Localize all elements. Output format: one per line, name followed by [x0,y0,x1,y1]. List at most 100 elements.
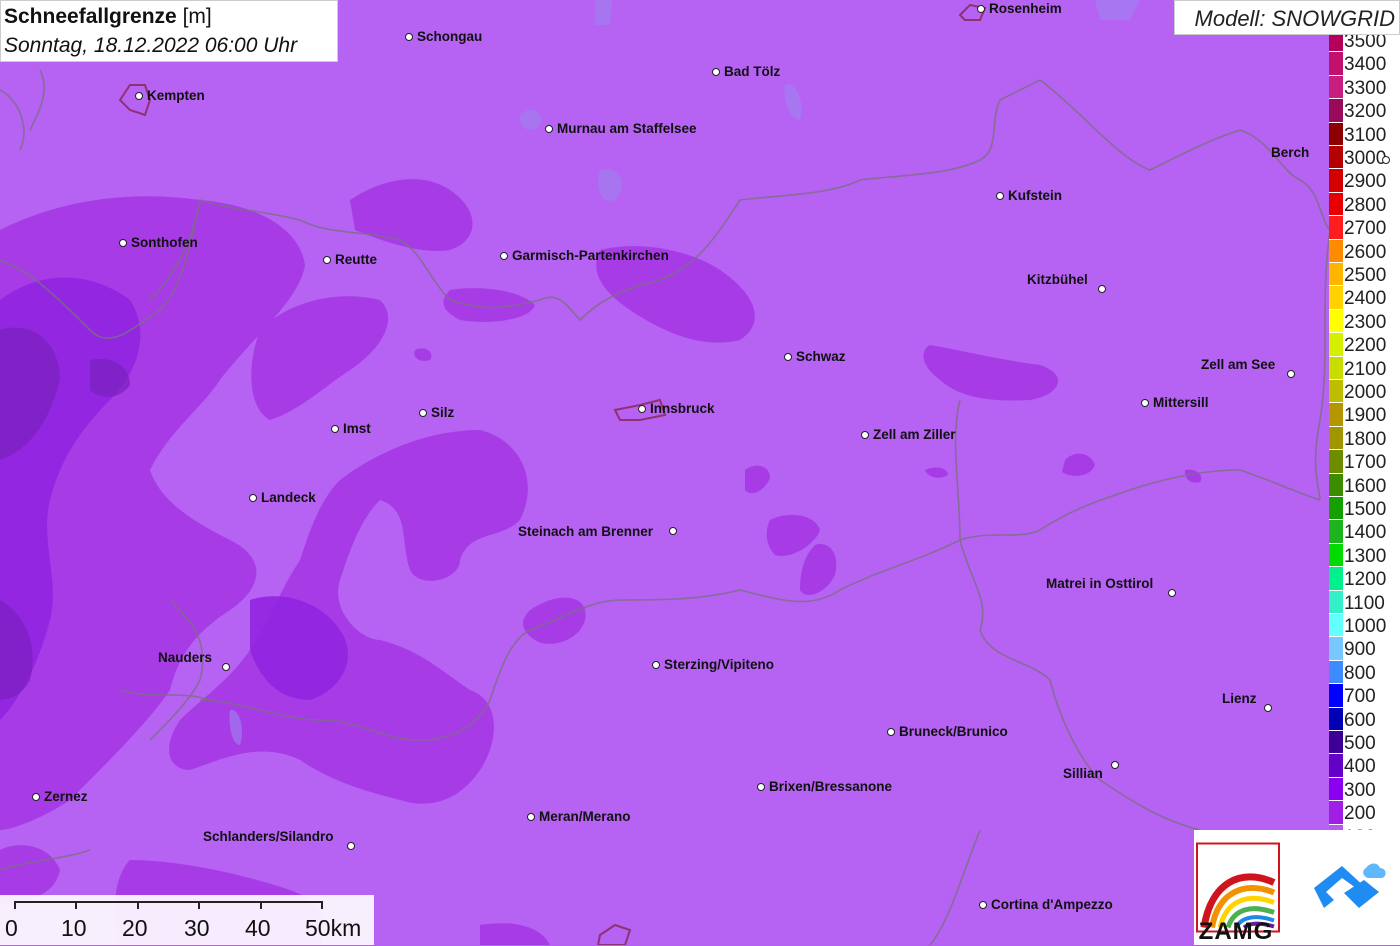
city-marker [1167,588,1176,597]
legend-label: 1900 [1344,405,1387,427]
city-label: Cortina d'Ampezzo [991,897,1113,912]
city-label: Schwaz [796,349,846,364]
scale-line [14,901,322,903]
legend-label: 600 [1344,709,1376,731]
logos: ZAMG [1194,830,1400,945]
city-label: Steinach am Brenner [518,524,654,539]
legend-row: 1800 [1329,426,1400,451]
city-label: Lienz [1222,691,1257,706]
city-marker [499,251,508,260]
city-label: Imst [343,421,371,436]
city-label: Garmisch-Partenkirchen [512,248,669,263]
city-marker [1110,760,1119,769]
city-marker [330,424,339,433]
city-marker [1381,155,1390,164]
city-marker [31,792,40,801]
legend-row: 300 [1329,777,1400,802]
legend-swatch [1329,309,1343,334]
legend-label: 2700 [1344,218,1387,240]
scale-tick [14,901,16,909]
city-marker [637,404,646,413]
legend-label: 2900 [1344,171,1387,193]
city-label: Bruneck/Brunico [899,724,1008,739]
legend-swatch [1329,754,1343,778]
city-marker [404,32,413,41]
legend-swatch [1329,660,1343,685]
legend-swatch [1329,239,1343,263]
city-marker [418,408,427,417]
city-marker [544,124,553,133]
legend-label: 1100 [1344,592,1385,614]
legend-swatch [1329,263,1343,287]
legend-row: 2600 [1329,239,1400,263]
legend-swatch [1329,590,1343,614]
legend-swatch [1329,286,1343,310]
scale-bar: 0 10 20 30 40 50km [0,895,374,945]
legend-swatch [1329,707,1343,731]
city-marker [668,526,677,535]
legend-row: 2900 [1329,169,1400,193]
city-label: Landeck [261,490,316,505]
city-label: Meran/Merano [539,809,631,824]
legend-row: 2800 [1329,192,1400,217]
scale-tick [321,901,323,909]
legend-label: 2200 [1344,335,1387,357]
city-marker [1097,284,1106,293]
city-label: Kitzbühel [1027,272,1088,287]
city-label: Bad Tölz [724,64,781,79]
legend-swatch [1329,403,1343,427]
legend-swatch [1329,450,1343,474]
legend-label: 3400 [1344,54,1387,76]
legend-swatch [1329,380,1343,404]
city-label: Brixen/Bressanone [769,779,893,794]
city-label: Schongau [417,29,483,44]
legend-row: 500 [1329,731,1400,755]
city-label: Zell am Ziller [873,427,956,442]
legend-row: 2200 [1329,333,1400,357]
city-marker [995,191,1004,200]
legend-label: 2600 [1344,241,1387,263]
color-legend: 3500 3400 3300 3200 3100 3000 2900 2800 2700 2600… [1329,35,1400,831]
legend-label: 2400 [1344,288,1387,310]
legend-label: 1200 [1344,569,1387,591]
legend-label: 1500 [1344,499,1387,520]
legend-row: 1900 [1329,403,1400,427]
legend-swatch [1329,192,1343,217]
title-unit: [m] [182,5,212,28]
legend-swatch [1329,35,1343,53]
city-marker [756,782,765,791]
city-label: Reutte [335,252,378,267]
legend-row: 900 [1329,637,1400,661]
title-text: Schneefallgrenze [4,5,177,28]
scale-tick [137,901,139,909]
legend-row: 2500 [1329,263,1400,287]
city-label: Kufstein [1008,188,1062,203]
city-marker [783,352,792,361]
city-label: Zernez [44,789,88,804]
legend-swatch [1329,731,1343,755]
city-marker [651,660,660,669]
city-marker [860,430,869,439]
city-label: Matrei in Osttirol [1046,576,1154,591]
model-box: Modell: SNOWGRID [1174,0,1400,35]
city-label: Innsbruck [650,401,715,416]
city-label: Silz [431,405,455,420]
snow-line-map [0,0,1400,945]
city-label: Zell am See [1201,357,1276,372]
scale-tick [198,901,200,909]
legend-swatch [1329,426,1343,451]
legend-label: 2300 [1344,311,1387,333]
legend-swatch [1329,637,1343,661]
city-label: Sterzing/Vipiteno [664,657,775,672]
legend-swatch [1329,356,1343,380]
city-label: Murnau am Staffelsee [557,121,697,136]
legend-label: 1400 [1344,522,1387,544]
legend-swatch [1329,543,1343,568]
title-box: Schneefallgrenze [m] Sonntag, 18.12.2022… [0,0,338,62]
legend-label: 3000 [1344,148,1387,169]
legend-swatch [1329,333,1343,357]
snowgrid-logo [1314,863,1386,908]
legend-label: 700 [1344,686,1376,708]
legend-row: 1200 [1329,567,1400,591]
city-marker [1286,369,1295,378]
